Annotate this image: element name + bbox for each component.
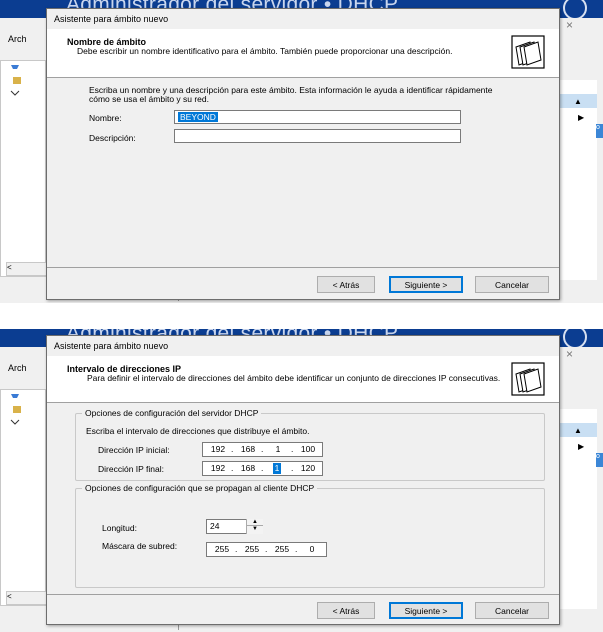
expand-right-icon[interactable]: ▶ [578,113,584,122]
expand-right-icon[interactable]: ▶ [578,442,584,451]
dialog-close-icon[interactable]: × [566,347,573,361]
window-close-icon[interactable] [563,0,587,20]
ip-octet: 168 [240,463,256,473]
dialog-close-icon[interactable]: × [566,18,573,32]
ip-dot: . [295,544,298,554]
chevron-down-icon [10,419,20,425]
ip-octet: 1 [275,444,281,454]
client-options-title: Opciones de configuración que se propaga… [82,483,318,493]
ip-dot: . [231,463,234,473]
ip-octet: 168 [240,444,256,454]
ip-dot: . [261,444,264,454]
footer-separator [47,594,559,595]
spin-up-icon[interactable]: ▲ [247,519,263,526]
menu-file[interactable]: Arch [8,34,27,44]
new-scope-wizard-ip-range: Asistente para ámbito nuevo Intervalo de… [46,335,560,625]
ip-dot: . [261,463,264,473]
scope-description-input[interactable] [174,129,461,143]
name-label: Nombre: [89,113,122,123]
subnet-mask-label: Máscara de subred: [102,541,178,551]
start-ip-label: Dirección IP inicial: [98,445,170,455]
server-options-group: Opciones de configuración del servidor D… [75,408,545,481]
horizontal-scroll-left[interactable]: < [6,262,48,276]
cancel-button[interactable]: Cancelar [475,602,549,619]
prefix-length-value: 24 [210,521,220,531]
end-ip-input[interactable]: 192 . 168 . 1 . 120 [202,461,323,476]
ip-octet: 100 [300,444,316,454]
start-ip-input[interactable]: 192 . 168 . 1 . 100 [202,442,323,457]
dhcp-trophy-icon [13,406,21,413]
back-button[interactable]: < Atrás [317,602,375,619]
screenshot-top: Administrador del servidor • DHCP Arch ▲… [0,0,603,303]
new-scope-wizard-name: Asistente para ámbito nuevo Nombre de ám… [46,8,560,300]
actions-pane: ▲ ▶ [556,409,597,609]
back-arrow-icon [11,65,19,69]
subnet-mask-input[interactable]: 255 . 255 . 255 . 0 [206,542,327,557]
wizard-title: Asistente para ámbito nuevo [54,14,169,24]
ip-octet: 255 [274,544,290,554]
length-label: Longitud: [102,523,137,533]
cancel-button[interactable]: Cancelar [475,276,549,293]
chevron-down-icon [10,90,20,96]
header-description: Para definir el intervalo de direcciones… [87,373,501,383]
spin-down-icon[interactable]: ▼ [247,526,263,532]
ip-dot: . [265,544,268,554]
ip-dot: . [235,544,238,554]
back-arrow-icon [11,394,19,398]
next-button[interactable]: Siguiente > [389,602,463,619]
console-tree[interactable] [0,389,46,606]
ip-octet: 192 [210,444,226,454]
description-label: Descripción: [89,133,136,143]
ip-dot: . [291,444,294,454]
spin-buttons[interactable]: ▲ ▼ [246,519,263,534]
collapse-up-icon[interactable]: ▲ [574,97,582,106]
instructions-text: Escriba un nombre y una descripción para… [89,85,493,104]
end-ip-label: Dirección IP final: [98,464,164,474]
ip-octet: 0 [309,544,315,554]
ip-dot: . [231,444,234,454]
separator [0,303,603,329]
console-tree-icons [10,394,21,425]
next-button[interactable]: Siguiente > [389,276,463,293]
ip-octet: 255 [214,544,230,554]
collapse-up-icon[interactable]: ▲ [574,426,582,435]
header-description: Debe escribir un nombre identificativo p… [77,46,453,56]
footer-separator [47,267,559,268]
wizard-title: Asistente para ámbito nuevo [54,341,169,351]
back-button[interactable]: < Atrás [317,276,375,293]
console-tree-icons [10,65,21,96]
scope-name-value: BEYOND [178,112,218,122]
menu-file[interactable]: Arch [8,363,27,373]
prefix-length-stepper[interactable]: 24 ▲ ▼ [206,519,263,534]
server-options-title: Opciones de configuración del servidor D… [82,408,262,418]
range-instructions: Escriba el intervalo de direcciones que … [86,426,310,436]
folders-wizard-icon [511,35,545,69]
client-options-group: Opciones de configuración que se propaga… [75,483,545,588]
ip-dot: . [291,463,294,473]
ip-octet: 120 [300,463,316,473]
ip-octet: 255 [244,544,260,554]
dhcp-trophy-icon [13,77,21,84]
console-tree[interactable] [0,60,46,277]
wizard-header: Intervalo de direcciones IP Para definir… [47,356,559,403]
ip-octet: 192 [210,463,226,473]
wizard-header: Nombre de ámbito Debe escribir un nombre… [47,29,559,78]
actions-pane: ▲ ▶ [556,80,597,280]
blue-tab: o [596,453,603,467]
screenshot-bottom: Administrador del servidor • DHCP Arch ▲… [0,329,603,632]
blue-tab: o [596,124,603,138]
ip-octet-selected: 1 [273,463,281,474]
window-close-icon[interactable] [563,329,587,349]
scope-name-input[interactable]: BEYOND [174,110,461,124]
horizontal-scroll-left[interactable]: < [6,591,48,605]
folders-wizard-icon [511,362,545,396]
